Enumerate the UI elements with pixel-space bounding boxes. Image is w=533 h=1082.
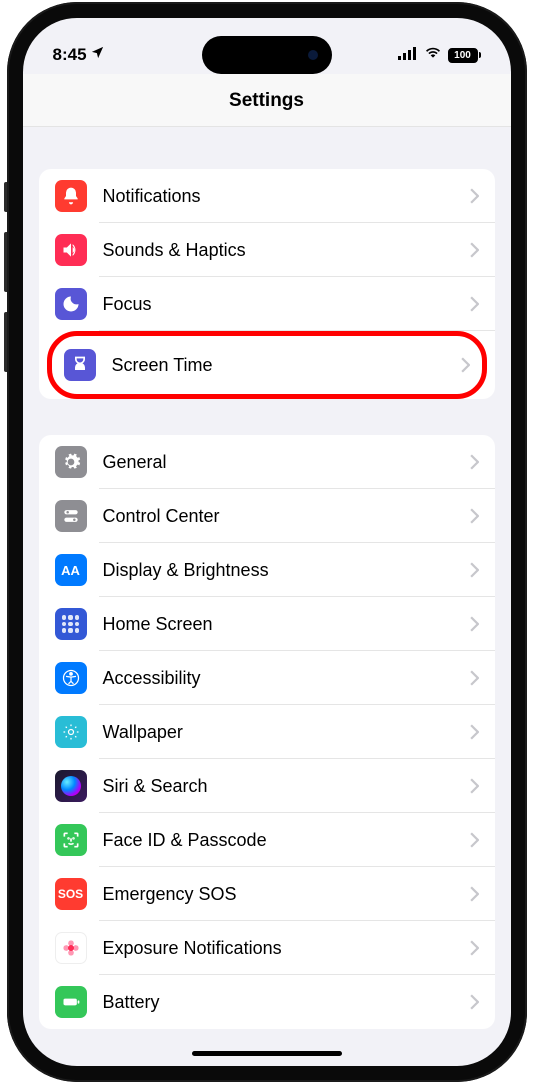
chevron-right-icon xyxy=(470,296,479,312)
homescreen-icon xyxy=(55,608,87,640)
row-label: Home Screen xyxy=(103,614,470,635)
settings-group-1: Notifications Sounds & Haptics Focus xyxy=(39,169,495,399)
chevron-right-icon xyxy=(470,454,479,470)
row-label: Face ID & Passcode xyxy=(103,830,470,851)
phone-frame: 8:45 100 Set xyxy=(7,2,527,1082)
row-notifications[interactable]: Notifications xyxy=(39,169,495,223)
siri-icon xyxy=(55,770,87,802)
accessibility-icon xyxy=(55,662,87,694)
row-battery[interactable]: Battery xyxy=(39,975,495,1029)
row-label: Display & Brightness xyxy=(103,560,470,581)
wallpaper-icon xyxy=(55,716,87,748)
row-label: Accessibility xyxy=(103,668,470,689)
display-icon: AA xyxy=(55,554,87,586)
row-faceid[interactable]: Face ID & Passcode xyxy=(39,813,495,867)
status-time: 8:45 xyxy=(53,45,87,65)
side-buttons xyxy=(4,182,7,392)
battery-icon xyxy=(55,986,87,1018)
row-label: Screen Time xyxy=(112,355,461,376)
row-label: Focus xyxy=(103,294,470,315)
row-label: Wallpaper xyxy=(103,722,470,743)
page-title: Settings xyxy=(23,90,511,112)
settings-group-2: General Control Center AA Display & Brig… xyxy=(39,435,495,1029)
chevron-right-icon xyxy=(470,994,479,1010)
row-label: Battery xyxy=(103,992,470,1013)
chevron-right-icon xyxy=(470,886,479,902)
row-sos[interactable]: SOS Emergency SOS xyxy=(39,867,495,921)
chevron-right-icon xyxy=(470,940,479,956)
sos-icon: SOS xyxy=(55,878,87,910)
row-display[interactable]: AA Display & Brightness xyxy=(39,543,495,597)
row-exposure[interactable]: Exposure Notifications xyxy=(39,921,495,975)
location-icon xyxy=(90,45,105,65)
phone-screen: 8:45 100 Set xyxy=(23,18,511,1066)
row-label: Emergency SOS xyxy=(103,884,470,905)
row-label: Control Center xyxy=(103,506,470,527)
cellular-icon xyxy=(398,45,418,65)
dynamic-island xyxy=(202,36,332,74)
row-label: Sounds & Haptics xyxy=(103,240,470,261)
notifications-icon xyxy=(55,180,87,212)
chevron-right-icon xyxy=(470,832,479,848)
chevron-right-icon xyxy=(461,357,470,373)
battery-icon: 100 xyxy=(448,48,481,63)
wifi-icon xyxy=(424,45,442,65)
chevron-right-icon xyxy=(470,724,479,740)
chevron-right-icon xyxy=(470,616,479,632)
row-screentime[interactable]: Screen Time xyxy=(56,338,478,392)
chevron-right-icon xyxy=(470,508,479,524)
row-homescreen[interactable]: Home Screen xyxy=(39,597,495,651)
row-controlcenter[interactable]: Control Center xyxy=(39,489,495,543)
row-general[interactable]: General xyxy=(39,435,495,489)
row-siri[interactable]: Siri & Search xyxy=(39,759,495,813)
nav-header: Settings xyxy=(23,74,511,127)
chevron-right-icon xyxy=(470,242,479,258)
sounds-icon xyxy=(55,234,87,266)
exposure-icon xyxy=(55,932,87,964)
screentime-icon xyxy=(64,349,96,381)
row-wallpaper[interactable]: Wallpaper xyxy=(39,705,495,759)
controlcenter-icon xyxy=(55,500,87,532)
content-scroll[interactable]: Notifications Sounds & Haptics Focus xyxy=(23,127,511,1066)
row-label: Exposure Notifications xyxy=(103,938,470,959)
chevron-right-icon xyxy=(470,778,479,794)
chevron-right-icon xyxy=(470,562,479,578)
row-sounds[interactable]: Sounds & Haptics xyxy=(39,223,495,277)
highlight-annotation: Screen Time xyxy=(47,331,487,399)
faceid-icon xyxy=(55,824,87,856)
row-label: General xyxy=(103,452,470,473)
general-icon xyxy=(55,446,87,478)
home-indicator[interactable] xyxy=(192,1051,342,1056)
chevron-right-icon xyxy=(470,670,479,686)
row-focus[interactable]: Focus xyxy=(39,277,495,331)
row-label: Notifications xyxy=(103,186,470,207)
chevron-right-icon xyxy=(470,188,479,204)
battery-level: 100 xyxy=(454,50,471,61)
row-label: Siri & Search xyxy=(103,776,470,797)
focus-icon xyxy=(55,288,87,320)
row-accessibility[interactable]: Accessibility xyxy=(39,651,495,705)
